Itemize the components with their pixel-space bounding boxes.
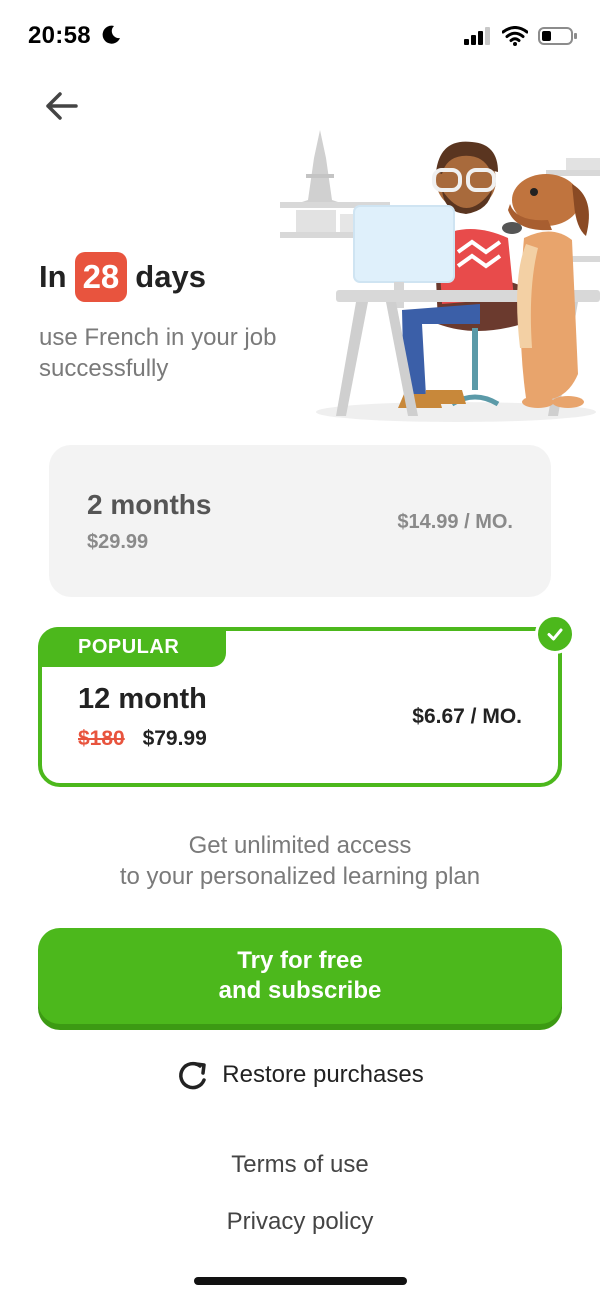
headline-subtitle: use French in your job successfully [39, 324, 277, 382]
refresh-icon [179, 1061, 207, 1090]
headline-suffix: days [135, 259, 206, 294]
restore-purchases-button[interactable]: Restore purchases [0, 1058, 600, 1092]
cta-line-2: and subscribe [218, 977, 382, 1004]
restore-label: Restore purchases [222, 1061, 424, 1088]
status-time: 20:58 [28, 22, 91, 49]
arrow-left-icon [46, 92, 78, 120]
signal-icon [464, 27, 490, 45]
popular-badge: POPULAR [38, 627, 226, 667]
checkmark-icon [547, 628, 563, 641]
plan-prices: $180 $79.99 [78, 727, 207, 751]
privacy-policy-link[interactable]: Privacy policy [0, 1208, 600, 1236]
access-line-1: Get unlimited access [188, 832, 412, 859]
plan-old-price: $180 [78, 727, 125, 750]
status-icons [464, 26, 578, 46]
access-line-2: to your personalized learning plan [119, 863, 481, 890]
plan-title: 12 month [78, 683, 207, 715]
headline-prefix: In [39, 259, 67, 294]
plan-option-12-month[interactable]: POPULAR 12 month $180 $79.99 $6.67 / MO. [38, 627, 562, 787]
cta-line-1: Try for free [237, 947, 363, 974]
headline: In 28 days [39, 252, 206, 302]
moon-icon [102, 25, 120, 44]
plan-total-price: $29.99 [87, 531, 149, 553]
plan-monthly-price: $14.99 / MO. [397, 511, 513, 533]
home-indicator [194, 1277, 407, 1285]
plan-title: 2 months [87, 489, 212, 520]
terms-of-use-link[interactable]: Terms of use [0, 1151, 600, 1179]
back-button[interactable] [40, 86, 84, 126]
battery-icon [538, 27, 577, 45]
plan-monthly-price: $6.67 / MO. [412, 705, 522, 728]
plan-total-price: $79.99 [142, 727, 207, 750]
status-bar: 20:58 [0, 0, 600, 72]
plan-option-2-months[interactable]: 2 months $29.99 $14.99 / MO. [49, 445, 551, 597]
wifi-icon [502, 26, 528, 46]
try-free-subscribe-button[interactable]: Try for free and subscribe [38, 928, 562, 1024]
access-description: Get unlimited access to your personalize… [0, 830, 600, 892]
selected-check-icon [535, 614, 575, 654]
days-count-badge: 28 [74, 252, 128, 302]
